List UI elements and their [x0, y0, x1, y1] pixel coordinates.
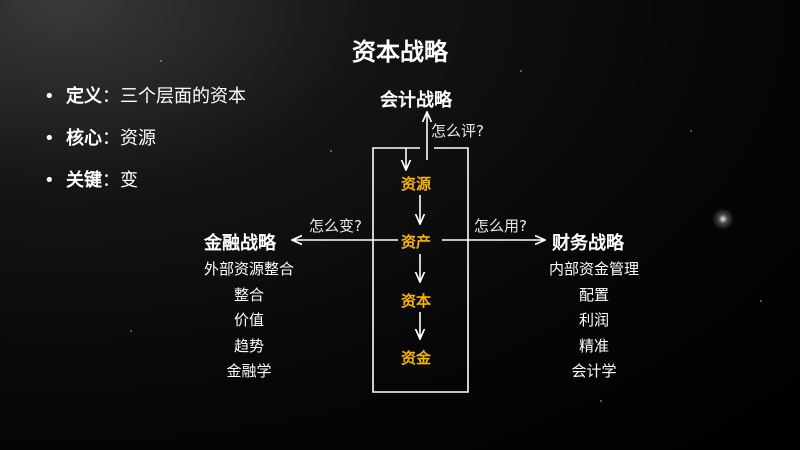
- fiscal-strategy-node: 财务战略: [552, 233, 624, 254]
- center-node-assets: 资产: [401, 233, 432, 251]
- center-node-capital: 资本: [401, 292, 432, 310]
- right-list-item: 利润: [578, 311, 609, 329]
- right-question: 怎么用?: [474, 217, 527, 235]
- financial-strategy-node: 金融战略: [204, 233, 276, 254]
- right-list-item: 内部资金管理: [548, 260, 639, 278]
- center-node-funds: 资金: [401, 349, 432, 367]
- right-list-item: 配置: [578, 285, 609, 304]
- diagram-lines: [0, 0, 800, 393]
- left-list-item: 价值: [233, 311, 264, 329]
- left-list-item: 金融学: [226, 362, 272, 380]
- left-list-item: 整合: [233, 285, 264, 304]
- accounting-strategy-node: 会计战略: [380, 90, 452, 111]
- right-item-list: 内部资金管理 配置 利润 精准 会计学: [535, 257, 653, 385]
- right-list-item: 会计学: [571, 362, 617, 380]
- left-list-item: 外部资源整合: [203, 260, 294, 278]
- left-item-list: 外部资源整合 整合 价值 趋势 金融学: [190, 257, 308, 385]
- left-question: 怎么变?: [309, 217, 362, 235]
- left-list-item: 趋势: [233, 336, 264, 355]
- right-list-item: 精准: [578, 336, 609, 355]
- center-node-resources: 资源: [401, 175, 432, 193]
- top-question: 怎么评?: [431, 122, 484, 140]
